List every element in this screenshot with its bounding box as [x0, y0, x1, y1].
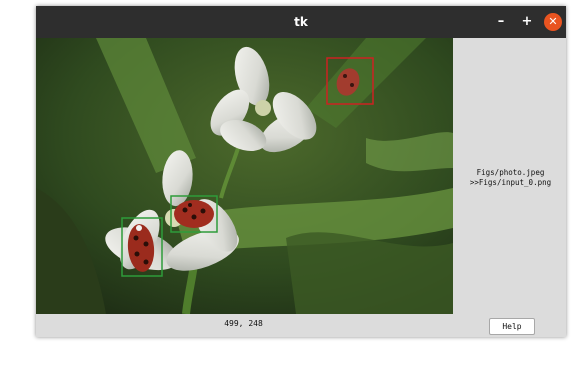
image-path-label: Figs/photo.jpeg	[476, 168, 545, 177]
flower-photo	[36, 38, 453, 314]
cursor-coordinates: 499, 248	[224, 319, 263, 328]
maximize-button[interactable]: +	[518, 13, 536, 31]
close-button[interactable]: ✕	[544, 13, 562, 31]
ladybug-right	[174, 200, 214, 228]
output-path-label: >>Figs/input_0.png	[469, 178, 552, 187]
help-button[interactable]: Help	[489, 318, 535, 335]
app-window: tk – + ✕ Figs/photo.jpeg >>Figs/input_0.…	[36, 6, 566, 337]
window-title: tk	[294, 15, 308, 29]
minimize-button[interactable]: –	[492, 13, 510, 31]
title-bar[interactable]: tk – + ✕	[36, 6, 566, 38]
side-panel: Figs/photo.jpeg >>Figs/input_0.png	[453, 38, 566, 314]
image-canvas[interactable]	[36, 38, 453, 314]
status-bar: 499, 248 Help	[36, 314, 566, 337]
